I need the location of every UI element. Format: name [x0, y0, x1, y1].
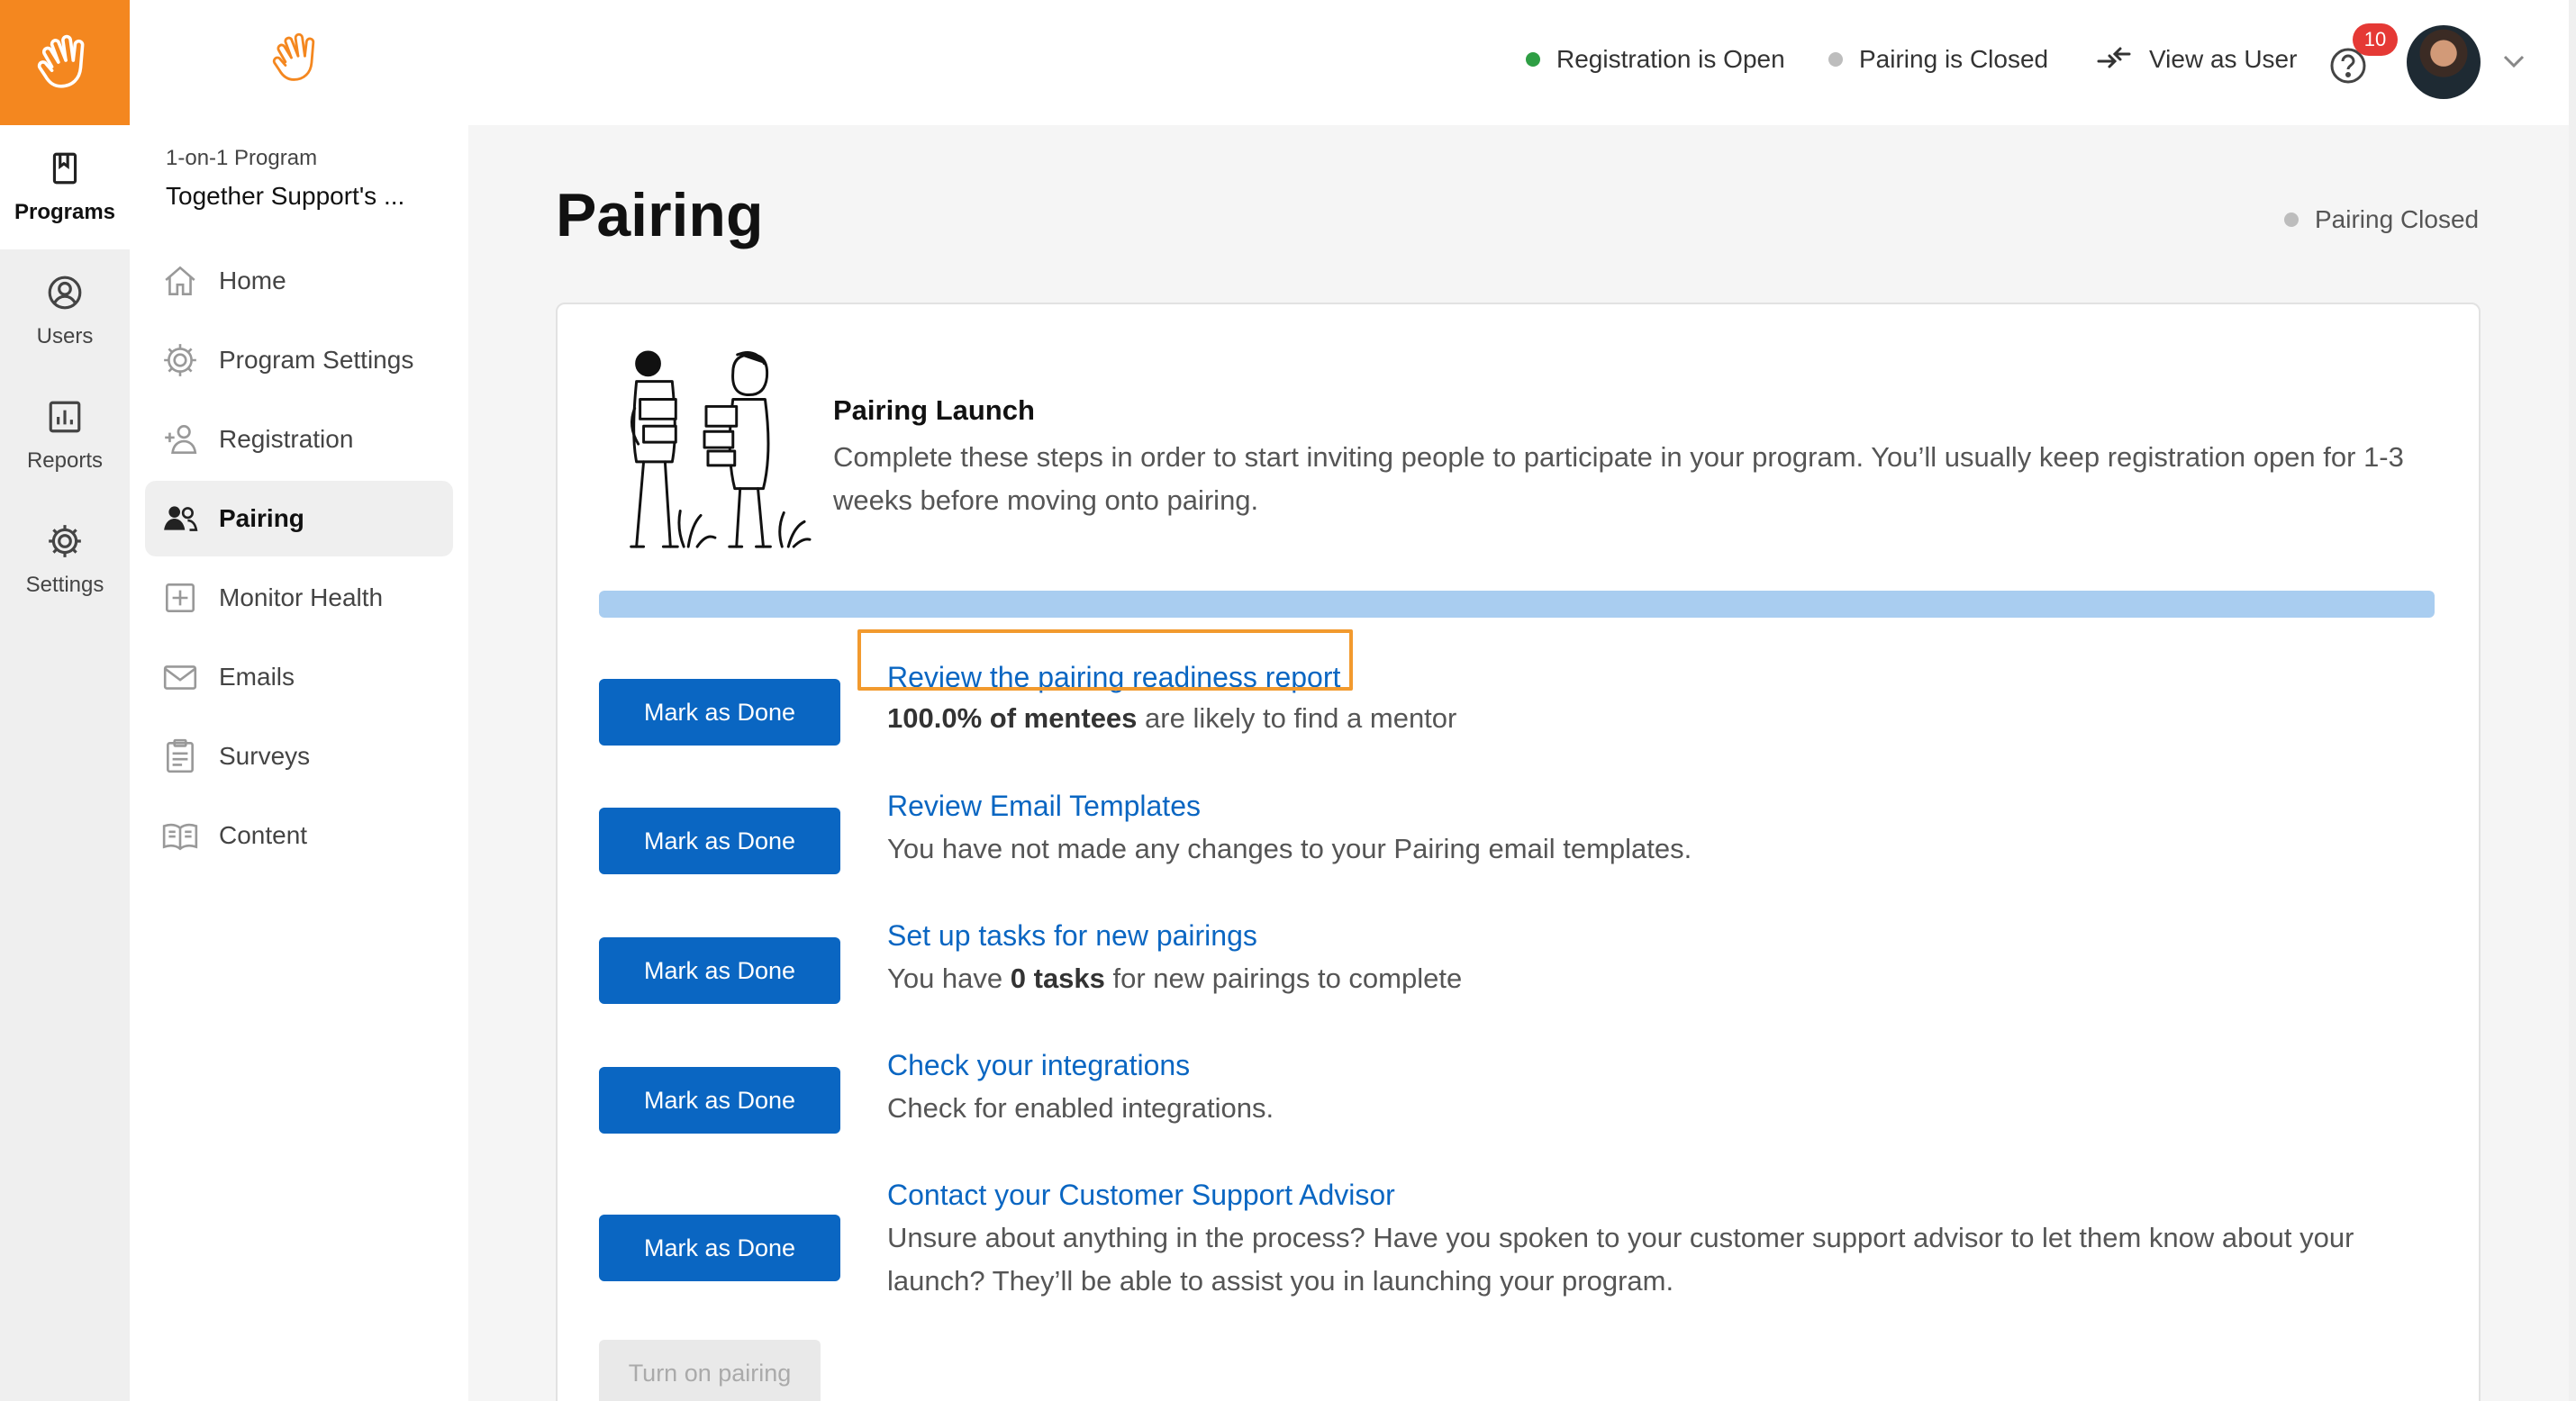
people-icon	[164, 506, 198, 531]
two-people-illustration	[630, 350, 812, 548]
scrollbar[interactable]	[2569, 0, 2576, 1401]
pairing-launch-card: Pairing Launch Complete these steps in o…	[556, 303, 2481, 1401]
rail-item-reports[interactable]: Reports	[0, 374, 130, 498]
program-sidebar: 1-on-1 Program Together Support's ... Ho…	[130, 0, 468, 1401]
page-status-badge: Pairing Closed	[2284, 205, 2479, 234]
program-nav: Home Program Settings Registration Pairi…	[145, 243, 453, 877]
top-bar: Registration is Open Pairing is Closed V…	[468, 0, 2576, 125]
step-description-rest: for new pairings to complete	[1104, 963, 1463, 994]
bookmark-icon	[52, 152, 77, 185]
registration-status-label: Registration is Open	[1556, 45, 1785, 73]
step-link-support-advisor[interactable]: Contact your Customer Support Advisor	[887, 1179, 1395, 1212]
step-description-bold: 0 tasks	[1010, 963, 1105, 994]
gear-icon	[49, 525, 81, 557]
rail-item-programs[interactable]: Programs	[0, 125, 130, 249]
chevron-down-icon[interactable]	[2500, 50, 2527, 72]
mark-as-done-button[interactable]: Mark as Done	[599, 808, 840, 874]
sidebar-item-label: Registration	[219, 425, 354, 453]
brand-logo[interactable]	[0, 0, 130, 125]
sidebar-item-label: Program Settings	[219, 346, 414, 374]
mark-as-done-button[interactable]: Mark as Done	[599, 1067, 840, 1134]
status-dot-closed	[1828, 52, 1843, 67]
user-circle-icon	[48, 276, 82, 310]
sidebar-item-label: Pairing	[219, 504, 304, 532]
plus-square-icon	[165, 583, 195, 613]
sidebar-item-registration[interactable]: Registration	[145, 402, 453, 477]
program-name[interactable]: Together Support's ...	[166, 182, 404, 211]
step-link-integrations[interactable]: Check your integrations	[887, 1049, 1190, 1082]
step-description: Check for enabled integrations.	[887, 1092, 1274, 1124]
rail-item-users[interactable]: Users	[0, 249, 130, 374]
app-rail: Programs Users Reports Settings	[0, 0, 130, 1401]
mark-as-done-button[interactable]: Mark as Done	[599, 1215, 840, 1281]
step-link-email-templates[interactable]: Review Email Templates	[887, 790, 1201, 823]
sidebar-item-content[interactable]: Content	[145, 798, 453, 873]
book-icon	[162, 823, 198, 851]
registration-status[interactable]: Registration is Open	[1526, 45, 1785, 74]
clipboard-icon	[167, 738, 194, 773]
progress-fill	[599, 591, 2435, 618]
sidebar-item-label: Monitor Health	[219, 583, 384, 611]
view-as-user-label: View as User	[2149, 45, 2298, 73]
bar-chart-icon	[49, 401, 81, 433]
rail-label: Reports	[26, 448, 104, 473]
step-description: You have not made any changes to your Pa…	[887, 833, 1692, 864]
step-description-rest: are likely to find a mentor	[1137, 702, 1457, 734]
status-dot-closed	[2284, 212, 2299, 227]
sidebar-item-label: Emails	[219, 663, 295, 691]
pairing-status[interactable]: Pairing is Closed	[1828, 45, 2048, 74]
sidebar-item-surveys[interactable]: Surveys	[145, 719, 453, 794]
step-description-bold: 100.0% of mentees	[887, 702, 1138, 734]
step-description-pre: You have	[887, 963, 1011, 994]
avatar[interactable]	[2407, 25, 2481, 99]
step-description: You have 0 tasks for new pairings to com…	[887, 957, 2445, 1000]
sidebar-item-pairing[interactable]: Pairing	[145, 481, 453, 556]
sidebar-item-label: Content	[219, 821, 308, 849]
status-dot-open	[1526, 52, 1540, 67]
view-as-user-button[interactable]: View as User	[2095, 45, 2297, 74]
envelope-icon	[163, 665, 197, 690]
launch-description: Complete these steps in order to start i…	[833, 441, 2404, 516]
step-description: Unsure about anything in the process? Ha…	[887, 1222, 2354, 1297]
waving-hand-icon	[272, 32, 315, 81]
page-title: Pairing	[556, 181, 764, 249]
step-description: 100.0% of mentees are likely to find a m…	[887, 697, 2445, 740]
swap-arrows-icon	[2097, 47, 2131, 68]
sidebar-item-program-settings[interactable]: Program Settings	[145, 322, 453, 398]
turn-on-pairing-button[interactable]: Turn on pairing	[599, 1340, 821, 1401]
page-status-label: Pairing Closed	[2315, 205, 2480, 233]
rail-label: Programs	[14, 200, 116, 224]
sidebar-item-monitor-health[interactable]: Monitor Health	[145, 560, 453, 636]
program-type: 1-on-1 Program	[166, 146, 318, 170]
step-link-tasks[interactable]: Set up tasks for new pairings	[887, 919, 1257, 953]
sidebar-item-label: Home	[219, 267, 286, 294]
rail-label: Settings	[25, 573, 104, 597]
highlight-box	[857, 629, 1353, 691]
launch-title: Pairing Launch	[833, 394, 1035, 426]
add-person-icon	[165, 424, 197, 455]
waving-hand-icon	[37, 34, 85, 88]
notification-badge: 10	[2353, 23, 2398, 56]
sidebar-item-home[interactable]: Home	[145, 243, 453, 319]
mark-as-done-button[interactable]: Mark as Done	[599, 679, 840, 746]
sidebar-item-emails[interactable]: Emails	[145, 639, 453, 715]
gear-icon	[164, 344, 196, 376]
rail-label: Users	[36, 324, 94, 348]
mark-as-done-button[interactable]: Mark as Done	[599, 937, 840, 1004]
home-icon	[165, 266, 195, 296]
sidebar-item-label: Surveys	[219, 742, 311, 770]
rail-item-settings[interactable]: Settings	[0, 498, 130, 622]
launch-progress-bar	[599, 591, 2435, 618]
pairing-status-label: Pairing is Closed	[1859, 45, 2049, 73]
